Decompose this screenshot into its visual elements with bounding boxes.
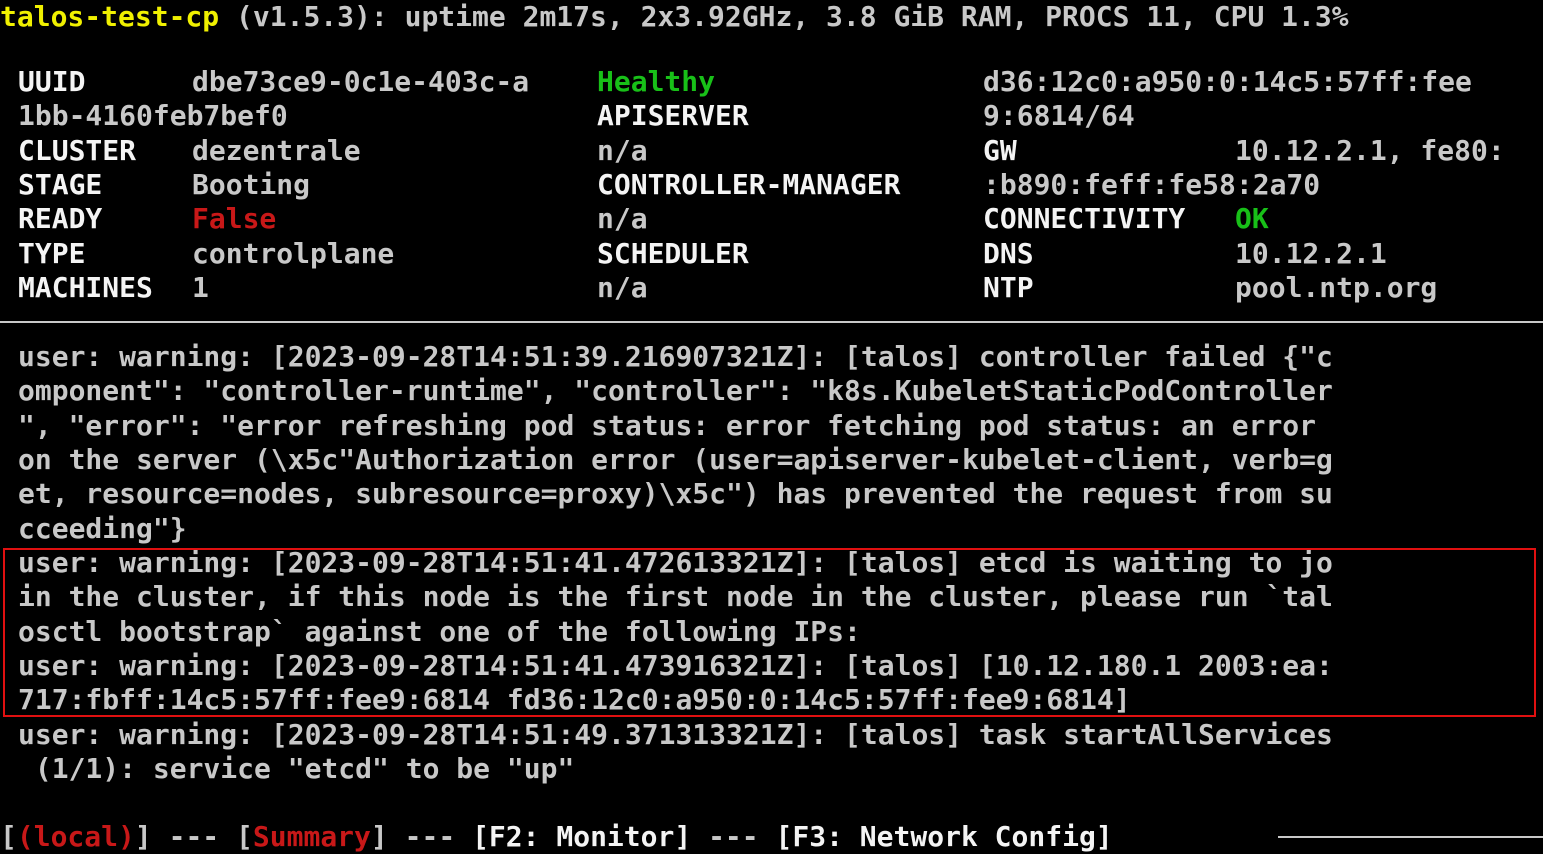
type-value: controlplane <box>192 237 395 270</box>
scheduler-value: n/a <box>597 271 648 304</box>
scheduler-label: SCHEDULER <box>597 237 749 270</box>
summary-row-machines: MACHINES 1 n/a NTP pool.ntp.org <box>0 271 1437 305</box>
summary-row-type: TYPE controlplane SCHEDULER DNS 10.12.2.… <box>0 237 1387 271</box>
address-line-2: 9:6814/64 <box>983 99 1135 132</box>
hostname: talos-test-cp <box>0 0 220 33</box>
ready-label: READY <box>18 202 103 235</box>
summary-row-uuid: UUID dbe73ce9-0c1e-403c-a Healthy d36:12… <box>0 65 1472 99</box>
summary-row-ready: READY False n/a CONNECTIVITY OK <box>0 202 1269 236</box>
tab-network-config[interactable]: [F3: Network Config] <box>776 820 1113 853</box>
controller-manager-value: n/a <box>597 202 648 235</box>
summary-row-cluster: CLUSTER dezentrale n/a GW 10.12.2.1, fe8… <box>0 134 1505 168</box>
tab-separator: ] --- [ <box>134 820 253 853</box>
dns-value: 10.12.2.1 <box>1235 237 1387 270</box>
tab-local[interactable]: (local) <box>17 820 135 853</box>
stage-value: Booting <box>192 168 311 201</box>
log-line: user: warning: [2023-09-28T14:51:39.2169… <box>18 340 1333 373</box>
log-line: omponent": "controller-runtime", "contro… <box>18 374 1333 407</box>
gw-value: 10.12.2.1, fe80: <box>1235 134 1505 167</box>
log-line: on the server (\x5c"Authorization error … <box>18 443 1333 476</box>
tab-bar-bracket: [ <box>0 820 17 853</box>
system-info: (v1.5.3): uptime 2m17s, 2x3.92GHz, 3.8 G… <box>219 0 1349 33</box>
tab-separator: ] --- <box>370 820 473 853</box>
log-line: ", "error": "error refreshing pod status… <box>18 409 1317 442</box>
machines-label: MACHINES <box>18 271 153 304</box>
summary-row-stage: STAGE Booting CONTROLLER-MANAGER :b890:f… <box>0 168 1320 202</box>
tab-separator: --- <box>691 820 776 853</box>
cluster-value: dezentrale <box>192 134 361 167</box>
highlight-box <box>3 548 1536 717</box>
summary-row-uuid-cont: 1bb-4160feb7bef0 APISERVER 9:6814/64 <box>0 99 1135 133</box>
tab-bar-rule <box>1278 836 1543 838</box>
tab-monitor[interactable]: [F2: Monitor] <box>472 820 691 853</box>
apiserver-value: n/a <box>597 134 648 167</box>
uuid-value-cont: 1bb-4160feb7bef0 <box>18 99 288 132</box>
ready-value: False <box>192 202 277 235</box>
uuid-value: dbe73ce9-0c1e-403c-a <box>192 65 530 98</box>
panel-divider <box>0 321 1543 323</box>
apiserver-label: APISERVER <box>597 99 749 132</box>
ntp-value: pool.ntp.org <box>1235 271 1438 304</box>
stage-label: STAGE <box>18 168 103 201</box>
log-line: cceeding"} <box>18 512 187 545</box>
tab-bar: [(local)] --- [Summary] --- [F2: Monitor… <box>0 820 1113 854</box>
log-line: (1/1): service "etcd" to be "up" <box>18 752 575 785</box>
cluster-label: CLUSTER <box>18 134 137 167</box>
health-status: Healthy <box>597 65 716 98</box>
gw-value-cont: :b890:feff:fe58:2a70 <box>983 168 1321 201</box>
type-label: TYPE <box>18 237 86 270</box>
address-line-1: d36:12c0:a950:0:14c5:57ff:fee <box>983 65 1472 98</box>
uuid-label: UUID <box>18 65 86 98</box>
controller-manager-label: CONTROLLER-MANAGER <box>597 168 901 201</box>
status-header: talos-test-cp (v1.5.3): uptime 2m17s, 2x… <box>0 0 1349 34</box>
ntp-label: NTP <box>983 271 1034 304</box>
machines-value: 1 <box>192 271 209 304</box>
connectivity-value: OK <box>1235 202 1269 235</box>
log-line: user: warning: [2023-09-28T14:51:49.3713… <box>18 718 1333 751</box>
connectivity-label: CONNECTIVITY <box>983 202 1186 235</box>
dns-label: DNS <box>983 237 1034 270</box>
gw-label: GW <box>983 134 1017 167</box>
tab-summary[interactable]: Summary <box>253 820 371 853</box>
log-line: et, resource=nodes, subresource=proxy)\x… <box>18 477 1333 510</box>
